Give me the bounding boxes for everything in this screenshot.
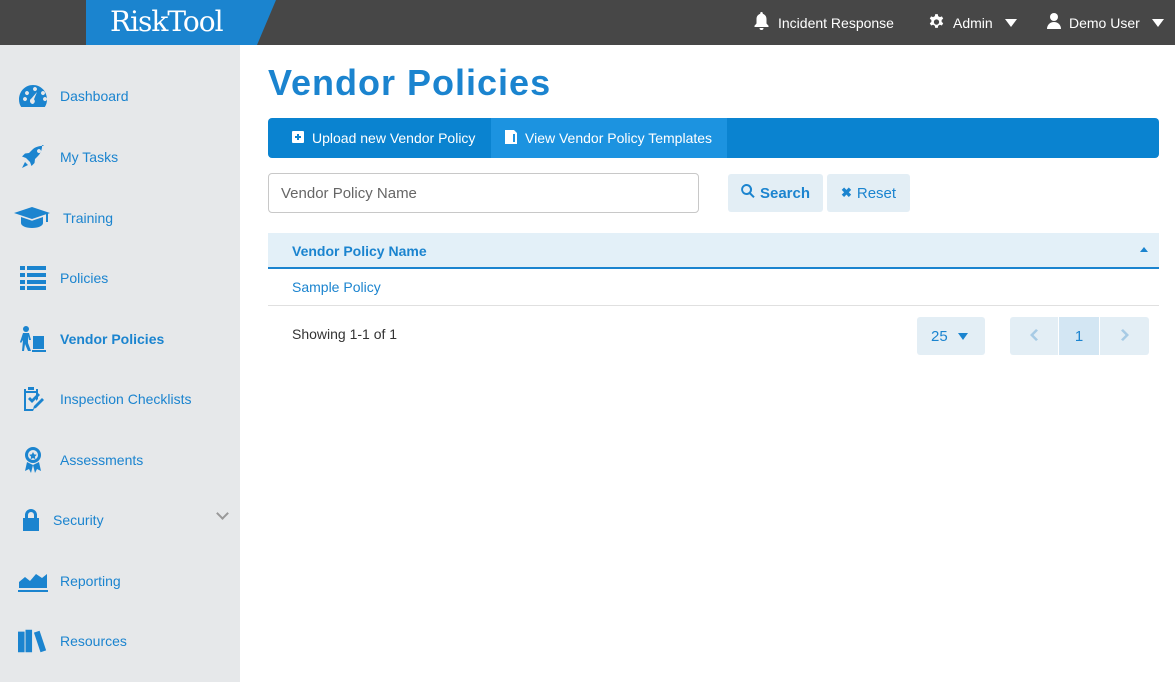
sidebar-item-label: Policies [60,270,109,286]
incident-response-label: Incident Response [778,14,894,31]
page-number-button[interactable]: 1 [1059,317,1099,355]
books-icon [18,626,48,656]
lock-icon [16,505,46,535]
caret-down-icon [1151,18,1164,27]
speedometer-icon [18,81,48,111]
graduation-cap-icon [14,203,50,233]
sort-ascending-icon [1140,247,1148,252]
sidebar-item-label: Resources [60,633,127,649]
admin-label: Admin [953,14,993,31]
document-icon [505,129,525,147]
user-icon [1047,13,1061,32]
sidebar-item-reporting[interactable]: Reporting [0,556,240,606]
list-icon [18,263,48,293]
sidebar-item-dashboard[interactable]: Dashboard [0,71,240,121]
reset-label: Reset [856,184,897,202]
logo[interactable]: RiskTool [86,0,276,45]
chevron-right-icon [1120,328,1129,345]
bell-icon [753,12,770,33]
sidebar-item-resources[interactable]: Resources [0,616,240,666]
sidebar: Dashboard My Tasks Training Policies Ven… [0,45,240,682]
sidebar-item-label: My Tasks [60,149,119,165]
gear-icon [928,13,945,33]
logo-text: RiskTool [110,5,224,38]
reset-button[interactable]: ✖ Reset [827,174,910,212]
view-templates-label: View Vendor Policy Templates [525,130,713,146]
chevron-left-icon [1030,328,1038,345]
table-header[interactable]: Vendor Policy Name [268,233,1159,269]
incident-response-link[interactable]: Incident Response [753,0,894,45]
chevron-down-icon[interactable] [216,507,229,520]
close-icon: ✖ [840,185,852,200]
search-button[interactable]: Search [728,174,823,212]
sidebar-item-label: Assessments [60,452,144,468]
page-title: Vendor Policies [268,62,552,103]
search-icon [741,184,760,202]
clipboard-check-icon [18,384,48,414]
vendor-cart-icon [18,324,48,354]
per-page-select[interactable]: 25 [917,317,985,355]
sidebar-item-assessments[interactable]: Assessments [0,435,240,485]
sidebar-item-label: Inspection Checklists [60,391,192,407]
sidebar-item-training[interactable]: Training [0,193,240,243]
rocket-icon [18,142,48,172]
sidebar-item-inspection-checklists[interactable]: Inspection Checklists [0,374,240,424]
sidebar-item-label: Reporting [60,573,121,589]
sidebar-item-my-tasks[interactable]: My Tasks [0,132,240,182]
per-page-value: 25 [931,327,948,345]
vendor-policy-name-input[interactable] [268,173,699,213]
sidebar-item-security[interactable]: Security [0,495,240,545]
plus-square-icon [292,130,312,146]
next-page-button[interactable] [1100,317,1149,355]
column-header-vendor-policy-name: Vendor Policy Name [292,243,427,259]
user-menu[interactable]: Demo User [1047,0,1164,45]
user-label: Demo User [1069,14,1140,31]
table-row: Sample Policy [268,270,1159,306]
search-label: Search [759,184,811,202]
previous-page-button[interactable] [1010,317,1058,355]
caret-down-icon [957,332,968,340]
sidebar-item-policies[interactable]: Policies [0,253,240,303]
admin-menu[interactable]: Admin [928,0,1017,45]
top-navbar: RiskTool Incident Response Admin Demo Us… [0,0,1175,45]
view-templates-button[interactable]: View Vendor Policy Templates [491,118,727,158]
upload-vendor-policy-label: Upload new Vendor Policy [312,130,476,146]
award-ribbon-icon [18,445,48,475]
area-chart-icon [18,566,48,596]
sidebar-item-vendor-policies[interactable]: Vendor Policies [0,314,240,364]
upload-vendor-policy-button[interactable]: Upload new Vendor Policy [268,118,491,158]
policy-link[interactable]: Sample Policy [292,279,381,295]
sidebar-item-label: Vendor Policies [60,331,165,347]
sidebar-item-label: Dashboard [60,88,129,104]
caret-down-icon [1004,18,1017,27]
results-count: Showing 1-1 of 1 [292,326,398,342]
action-toolbar: Upload new Vendor Policy View Vendor Pol… [268,118,1159,158]
sidebar-item-label: Training [63,210,114,226]
sidebar-item-label: Security [53,512,104,528]
